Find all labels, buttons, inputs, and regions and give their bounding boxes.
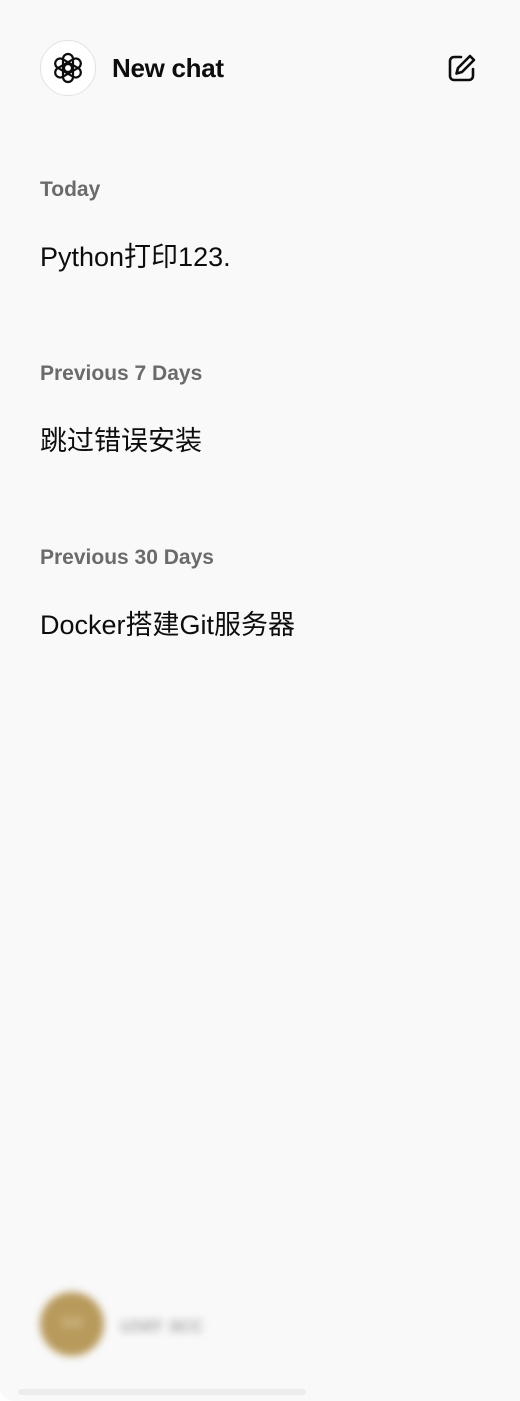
user-name: user acc — [120, 1312, 204, 1337]
section-label-previous-7-days: Previous 7 Days — [40, 362, 203, 385]
sidebar-header: New chat — [40, 40, 480, 96]
new-chat-button[interactable]: New chat — [112, 53, 224, 83]
section-label-today: Today — [40, 178, 101, 201]
edit-square-icon[interactable] — [444, 50, 480, 86]
sidebar: New chat Today Python打印123. Previous 7 D… — [0, 0, 520, 1401]
openai-logo-icon[interactable] — [40, 40, 96, 96]
avatar: XX — [40, 1292, 104, 1356]
user-account-button[interactable]: XX user acc — [38, 1292, 288, 1358]
section-label-previous-30-days: Previous 30 Days — [40, 546, 214, 569]
chat-item[interactable]: Docker搭建Git服务器 — [40, 608, 295, 642]
horizontal-scrollbar[interactable] — [18, 1389, 306, 1395]
chat-item[interactable]: Python打印123. — [40, 240, 231, 274]
chat-item[interactable]: 跳过错误安装 — [40, 424, 202, 458]
